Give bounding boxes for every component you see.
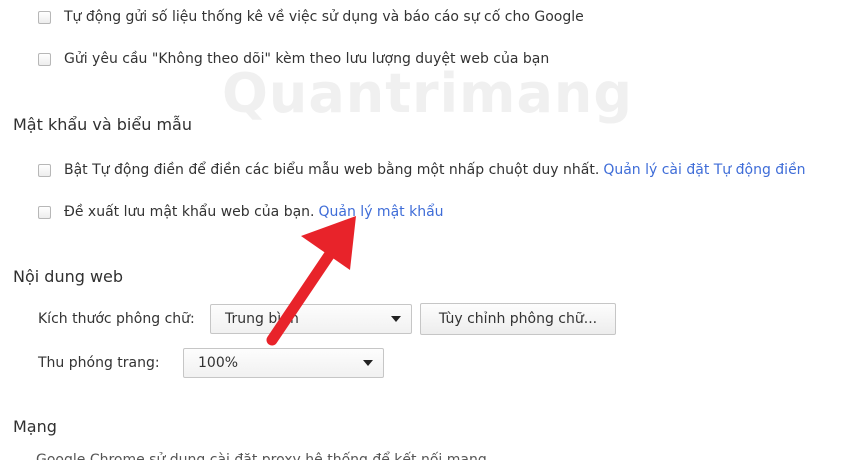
usage-stats-checkbox[interactable] [38, 10, 51, 24]
autofill-option[interactable]: Bật Tự động điền để điền các biểu mẫu we… [38, 162, 806, 178]
save-passwords-option[interactable]: Đề xuất lưu mật khẩu web của bạn. Quản l… [38, 204, 444, 220]
network-section-title: Mạng [13, 417, 57, 436]
usage-stats-option[interactable]: Tự động gửi số liệu thống kê về việc sử … [38, 9, 584, 25]
annotation-arrow-icon [266, 216, 356, 346]
do-not-track-option[interactable]: Gửi yêu cầu "Không theo dõi" kèm theo lư… [38, 51, 549, 67]
page-zoom-select[interactable]: 100% [183, 348, 384, 378]
autofill-checkbox[interactable] [38, 163, 51, 177]
font-size-value: Trung bình [225, 311, 299, 327]
passwords-section-title: Mật khẩu và biểu mẫu [13, 115, 192, 134]
page-zoom-value: 100% [198, 355, 239, 371]
chevron-down-icon [391, 316, 401, 322]
settings-page: Quantrimang Tự động gửi số liệu thống kê… [0, 0, 854, 460]
web-content-section-title: Nội dung web [13, 267, 124, 286]
font-size-label: Kích thước phông chữ: [38, 311, 195, 327]
manage-passwords-link[interactable]: Quản lý mật khẩu [319, 204, 444, 220]
customize-fonts-button[interactable]: Tùy chỉnh phông chữ... [420, 303, 616, 335]
autofill-label: Bật Tự động điền để điền các biểu mẫu we… [64, 162, 600, 178]
watermark-logo: Quantrimang [222, 62, 633, 125]
font-size-select[interactable]: Trung bình [210, 304, 412, 334]
do-not-track-checkbox[interactable] [38, 52, 51, 66]
save-passwords-checkbox[interactable] [38, 205, 51, 219]
do-not-track-label: Gửi yêu cầu "Không theo dõi" kèm theo lư… [64, 51, 550, 67]
usage-stats-label: Tự động gửi số liệu thống kê về việc sử … [64, 9, 584, 25]
manage-autofill-link[interactable]: Quản lý cài đặt Tự động điền [603, 162, 805, 178]
page-zoom-label: Thu phóng trang: [38, 355, 160, 371]
network-description: Google Chrome sử dụng cài đặt proxy hệ t… [36, 452, 487, 460]
chevron-down-icon [363, 360, 373, 366]
save-passwords-label: Đề xuất lưu mật khẩu web của bạn. [64, 204, 315, 220]
